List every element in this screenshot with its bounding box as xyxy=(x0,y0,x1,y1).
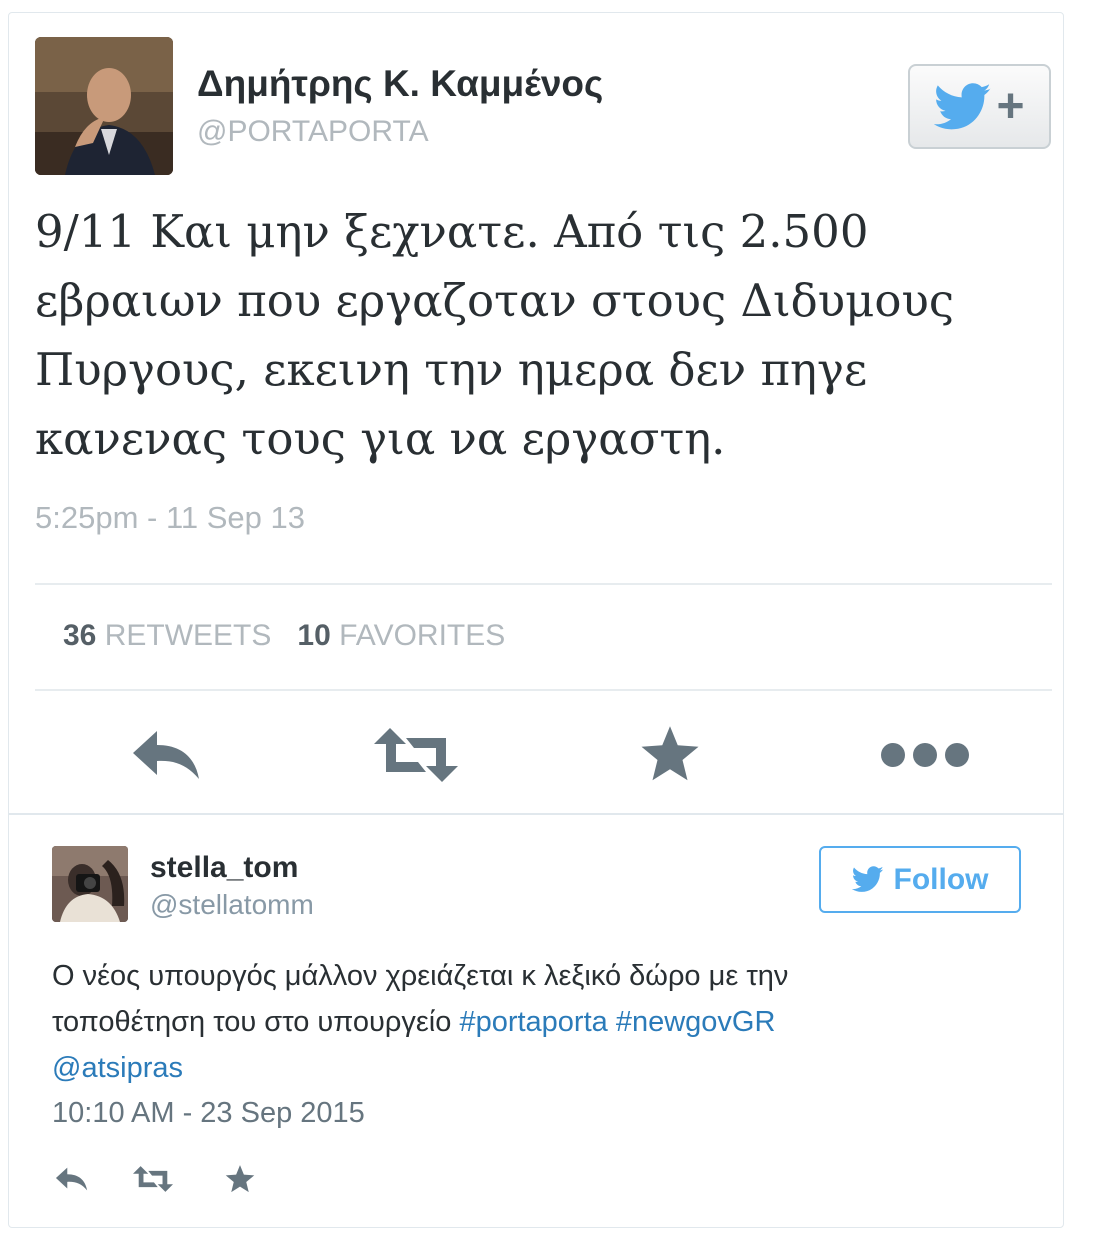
author-avatar[interactable] xyxy=(52,846,128,922)
tweet-actions xyxy=(9,715,1063,795)
tweet-actions xyxy=(52,1159,312,1199)
tweet-text-line: Πυργους, εκεινη την ημερα δεν πηγε xyxy=(35,343,868,396)
tweet-text-line: 9/11 Και μην ξεχνατε. Από τις 2.500 xyxy=(35,205,869,258)
favorite-button[interactable] xyxy=(220,1159,260,1199)
more-dots-icon xyxy=(881,743,969,767)
hashtag-link[interactable]: #newgovGR xyxy=(616,1006,776,1038)
avatar-photo xyxy=(35,37,173,175)
reply-button[interactable] xyxy=(52,1159,92,1199)
tweet-text-plain: τοποθέτηση του στο υπουργείο xyxy=(52,1006,460,1038)
tweet-text-line: @atsipras xyxy=(52,1045,952,1091)
tweet-text-line: εβραιων που εργαζοταν στους Διδυμους xyxy=(35,274,955,327)
retweets-stat[interactable]: 36 RETWEETS xyxy=(63,619,271,652)
retweets-count: 36 xyxy=(63,619,97,652)
tweet-text-line: Ο νέος υπουργός μάλλον χρειάζεται κ λεξι… xyxy=(52,960,789,992)
favorites-stat[interactable]: 10 FAVORITES xyxy=(297,619,505,652)
author-avatar[interactable] xyxy=(35,37,173,175)
follow-button[interactable]: Follow xyxy=(819,846,1021,913)
plus-sign: + xyxy=(996,79,1025,133)
retweet-button[interactable] xyxy=(371,715,461,795)
favorite-star-icon xyxy=(225,1164,255,1192)
twitter-bird-icon xyxy=(934,82,992,129)
follow-plus-button[interactable]: + xyxy=(908,64,1051,149)
reply-button[interactable] xyxy=(127,715,207,795)
mention-link[interactable]: @atsipras xyxy=(52,1052,183,1084)
tweet-text: Ο νέος υπουργός μάλλον χρειάζεται κ λεξι… xyxy=(52,953,952,1091)
favorite-star-icon xyxy=(641,726,699,781)
tweet-text-line: κανενας τους για να εργαστη. xyxy=(35,412,726,465)
retweets-label: RETWEETS xyxy=(104,619,272,652)
twitter-bird-icon xyxy=(851,866,883,892)
follow-label: Follow xyxy=(893,862,989,896)
quoted-tweet: Δημήτρης Κ. Καμμένος @PORTAPORTA + 9/11 … xyxy=(9,13,1063,813)
reply-icon xyxy=(55,1167,88,1191)
retweet-button[interactable] xyxy=(130,1159,176,1199)
favorite-button[interactable] xyxy=(635,715,705,795)
tweet-timestamp[interactable]: 10:10 AM - 23 Sep 2015 xyxy=(52,1097,365,1130)
author-name[interactable]: Δημήτρης Κ. Καμμένος xyxy=(197,63,603,105)
tweet-text-line: τοποθέτηση του στο υπουργείο #portaporta… xyxy=(52,999,952,1045)
tweet-divider xyxy=(9,813,1063,815)
retweet-icon xyxy=(374,728,458,782)
tweet-text: 9/11 Και μην ξεχνατε. Από τις 2.500 εβρα… xyxy=(35,197,995,473)
embedded-tweet-card: Δημήτρης Κ. Καμμένος @PORTAPORTA + 9/11 … xyxy=(8,12,1064,1228)
tweet-timestamp[interactable]: 5:25pm - 11 Sep 13 xyxy=(35,500,305,536)
tweet-stats: 36 RETWEETS 10 FAVORITES xyxy=(63,619,505,653)
divider-line xyxy=(35,689,1052,691)
author-name[interactable]: stella_tom xyxy=(150,851,298,885)
favorites-count: 10 xyxy=(297,619,331,652)
favorites-label: FAVORITES xyxy=(339,619,506,652)
more-button[interactable] xyxy=(879,715,971,795)
author-handle[interactable]: @PORTAPORTA xyxy=(197,115,429,149)
retweet-icon xyxy=(133,1166,173,1192)
divider-line xyxy=(35,583,1052,585)
hashtag-link[interactable]: #portaporta xyxy=(459,1006,607,1038)
reply-icon xyxy=(133,731,199,779)
avatar-photo xyxy=(52,846,128,922)
author-handle[interactable]: @stellatomm xyxy=(150,889,314,921)
